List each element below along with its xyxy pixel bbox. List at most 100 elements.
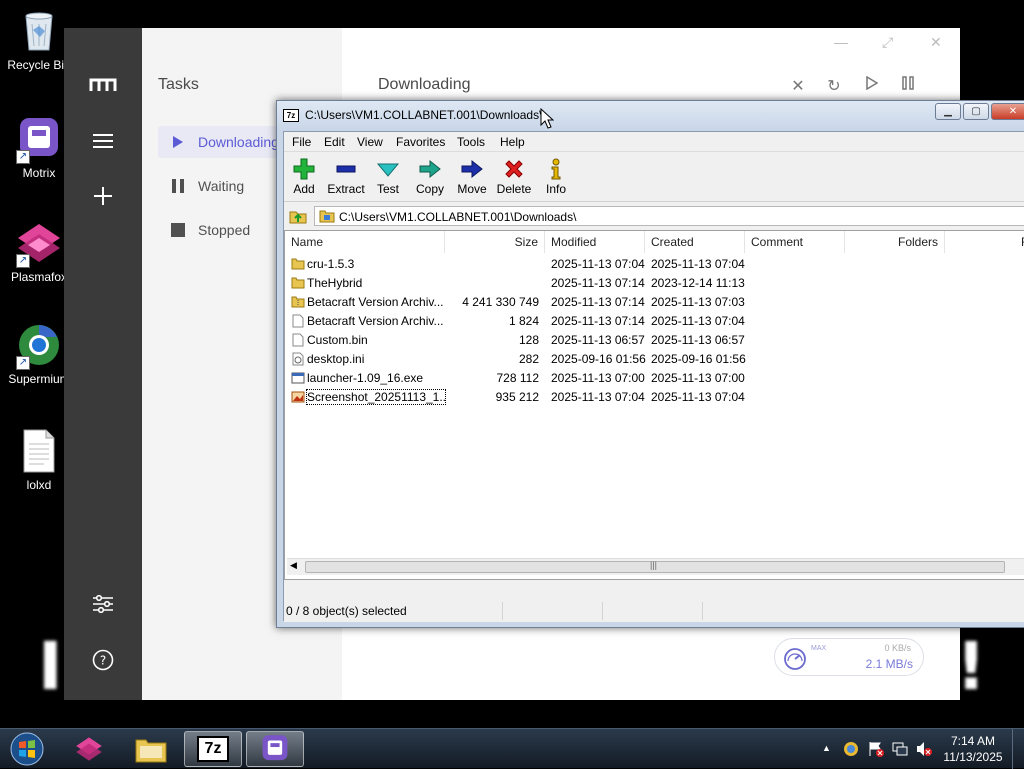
file-row[interactable]: Betacraft Version Archiv... 1 824 2025-11-… <box>285 312 1024 331</box>
column-header-size[interactable]: Size <box>445 231 545 253</box>
7zip-logo-icon: 7z <box>283 109 299 122</box>
file-list[interactable]: Name Size Modified Created Comment Folde… <box>284 230 1024 580</box>
column-header-files[interactable]: Fi <box>945 231 1024 253</box>
column-header-folders[interactable]: Folders <box>845 231 945 253</box>
menu-file[interactable]: File <box>292 135 311 149</box>
info-label: Info <box>545 182 566 196</box>
file-size: 4 241 330 749 <box>462 295 539 309</box>
scrollbar-thumb[interactable]: ||| <box>305 560 1005 573</box>
preferences-icon[interactable] <box>88 589 118 619</box>
maximize-icon[interactable]: ⤢ <box>882 34 893 51</box>
minimize-button[interactable]: ▁ <box>935 103 961 120</box>
action-center-icon[interactable] <box>868 741 884 757</box>
column-header-comment[interactable]: Comment <box>745 231 845 253</box>
motrix-icon: ↗ <box>16 116 62 164</box>
status-divider <box>602 602 603 620</box>
extract-button[interactable]: Extract <box>326 156 366 196</box>
menu-favorites[interactable]: Favorites <box>396 135 445 149</box>
menu-edit[interactable]: Edit <box>324 135 345 149</box>
menu-tools[interactable]: Tools <box>457 135 485 149</box>
7zip-window: 7z C:\Users\VM1.COLLABNET.001\Downloads\… <box>276 100 1024 628</box>
info-button[interactable]: Info <box>536 156 576 196</box>
file-row[interactable]: desktop.ini 282 2025-09-16 01:56 2025-09-16… <box>285 350 1024 369</box>
column-header-modified[interactable]: Modified <box>545 231 645 253</box>
maximize-button[interactable]: ▢ <box>963 103 989 120</box>
show-hidden-icons-icon[interactable]: ▲ <box>822 743 838 759</box>
test-button[interactable]: Test <box>368 156 408 196</box>
motrix-logo-icon <box>88 70 118 100</box>
file-name: Betacraft Version Archiv... <box>307 295 444 309</box>
file-modified: 2025-11-13 06:57 <box>551 333 645 347</box>
up-folder-icon[interactable] <box>288 206 308 226</box>
sidebar-item-label: Stopped <box>198 222 251 238</box>
clock-time: 7:14 AM <box>950 734 996 748</box>
taskbar-motrix[interactable] <box>246 731 304 767</box>
play-icon <box>164 135 192 149</box>
info-icon <box>536 156 576 182</box>
menu-help[interactable]: Help <box>500 135 525 149</box>
check-icon <box>368 156 408 182</box>
taskbar-7zip[interactable]: 7z <box>184 731 242 767</box>
pause-all-icon[interactable] <box>898 76 918 95</box>
window-title: C:\Users\VM1.COLLABNET.001\Downloads\ <box>305 108 543 122</box>
horizontal-scrollbar[interactable]: ◀ ||| <box>287 558 1024 575</box>
file-row[interactable]: Screenshot_20251113_1... 935 212 2025-11-1… <box>285 388 1024 407</box>
scroll-left-icon[interactable]: ◀ <box>290 560 297 571</box>
column-header-created[interactable]: Created <box>645 231 745 253</box>
file-created: 2025-11-13 07:04 <box>651 257 745 271</box>
status-text: 0 / 8 object(s) selected <box>286 604 407 618</box>
file-row[interactable]: Custom.bin 128 2025-11-13 06:57 2025-11-13 … <box>285 331 1024 350</box>
menu-bar: File Edit View Favorites Tools Help <box>284 132 1024 152</box>
file-modified: 2025-11-13 07:00 <box>551 371 645 385</box>
volume-muted-icon[interactable] <box>916 741 932 757</box>
task-list-icon[interactable] <box>88 126 118 156</box>
menu-view[interactable]: View <box>357 135 383 149</box>
copy-button[interactable]: Copy <box>410 156 450 196</box>
exe-file-icon <box>291 371 305 385</box>
taskbar: 7z ▲ 7:14 AM 11/13/2025 <box>0 728 1024 769</box>
help-icon[interactable]: ? <box>88 645 118 675</box>
stop-icon <box>164 223 192 237</box>
refresh-icon[interactable]: ↻ <box>824 76 844 96</box>
recycle-bin-icon <box>16 8 62 54</box>
file-name: Betacraft Version Archiv... <box>307 314 444 328</box>
add-label: Add <box>293 182 315 196</box>
upload-speed: 0 KB/s <box>884 643 911 653</box>
network-icon[interactable] <box>892 741 908 757</box>
copy-label: Copy <box>415 182 444 196</box>
minimize-icon[interactable]: — <box>834 34 848 50</box>
file-name: launcher-1.09_16.exe <box>307 371 424 385</box>
shortcut-arrow-icon: ↗ <box>16 150 30 164</box>
file-row[interactable]: TheHybrid 2025-11-13 07:14 2023-12-14 11:1… <box>285 274 1024 293</box>
file-name: Screenshot_20251113_1... <box>306 389 446 405</box>
start-button[interactable] <box>0 731 54 767</box>
file-row[interactable]: Betacraft Version Archiv... 4 241 330 749… <box>285 293 1024 312</box>
clear-icon[interactable]: ✕ <box>788 76 808 96</box>
delete-button[interactable]: Delete <box>494 156 534 196</box>
download-speed: 2.1 MB/s <box>865 657 913 671</box>
column-header-name[interactable]: Name <box>285 231 445 253</box>
close-button[interactable]: ✕ <box>991 103 1024 120</box>
add-task-icon[interactable] <box>88 181 118 211</box>
address-field[interactable]: C:\Users\VM1.COLLABNET.001\Downloads\ <box>314 206 1024 226</box>
file-row[interactable]: launcher-1.09_16.exe 728 112 2025-11-13 07… <box>285 369 1024 388</box>
file-icon <box>291 314 305 328</box>
file-created: 2025-11-13 07:04 <box>651 314 745 328</box>
text-file-icon <box>16 428 62 474</box>
resume-all-icon[interactable] <box>862 75 882 95</box>
clock[interactable]: 7:14 AM 11/13/2025 <box>940 733 1006 765</box>
zip-folder-icon <box>291 295 305 309</box>
speedometer[interactable]: MAX 0 KB/s 2.1 MB/s <box>774 638 924 676</box>
tray-app-icon[interactable] <box>843 741 859 757</box>
file-row[interactable]: cru-1.5.3 2025-11-13 07:04 2025-11-13 07:0… <box>285 255 1024 274</box>
taskbar-explorer[interactable] <box>122 731 180 767</box>
add-button[interactable]: Add <box>284 156 324 196</box>
show-desktop-button[interactable] <box>1012 729 1024 769</box>
image-file-icon <box>291 390 305 404</box>
wallpaper-letter: ! <box>956 628 987 705</box>
close-icon[interactable]: ✕ <box>930 34 942 51</box>
move-button[interactable]: Move <box>452 156 492 196</box>
taskbar-plasmafox[interactable] <box>60 731 118 767</box>
7zip-titlebar[interactable]: 7z C:\Users\VM1.COLLABNET.001\Downloads\… <box>277 101 1024 131</box>
file-size: 128 <box>518 333 539 347</box>
